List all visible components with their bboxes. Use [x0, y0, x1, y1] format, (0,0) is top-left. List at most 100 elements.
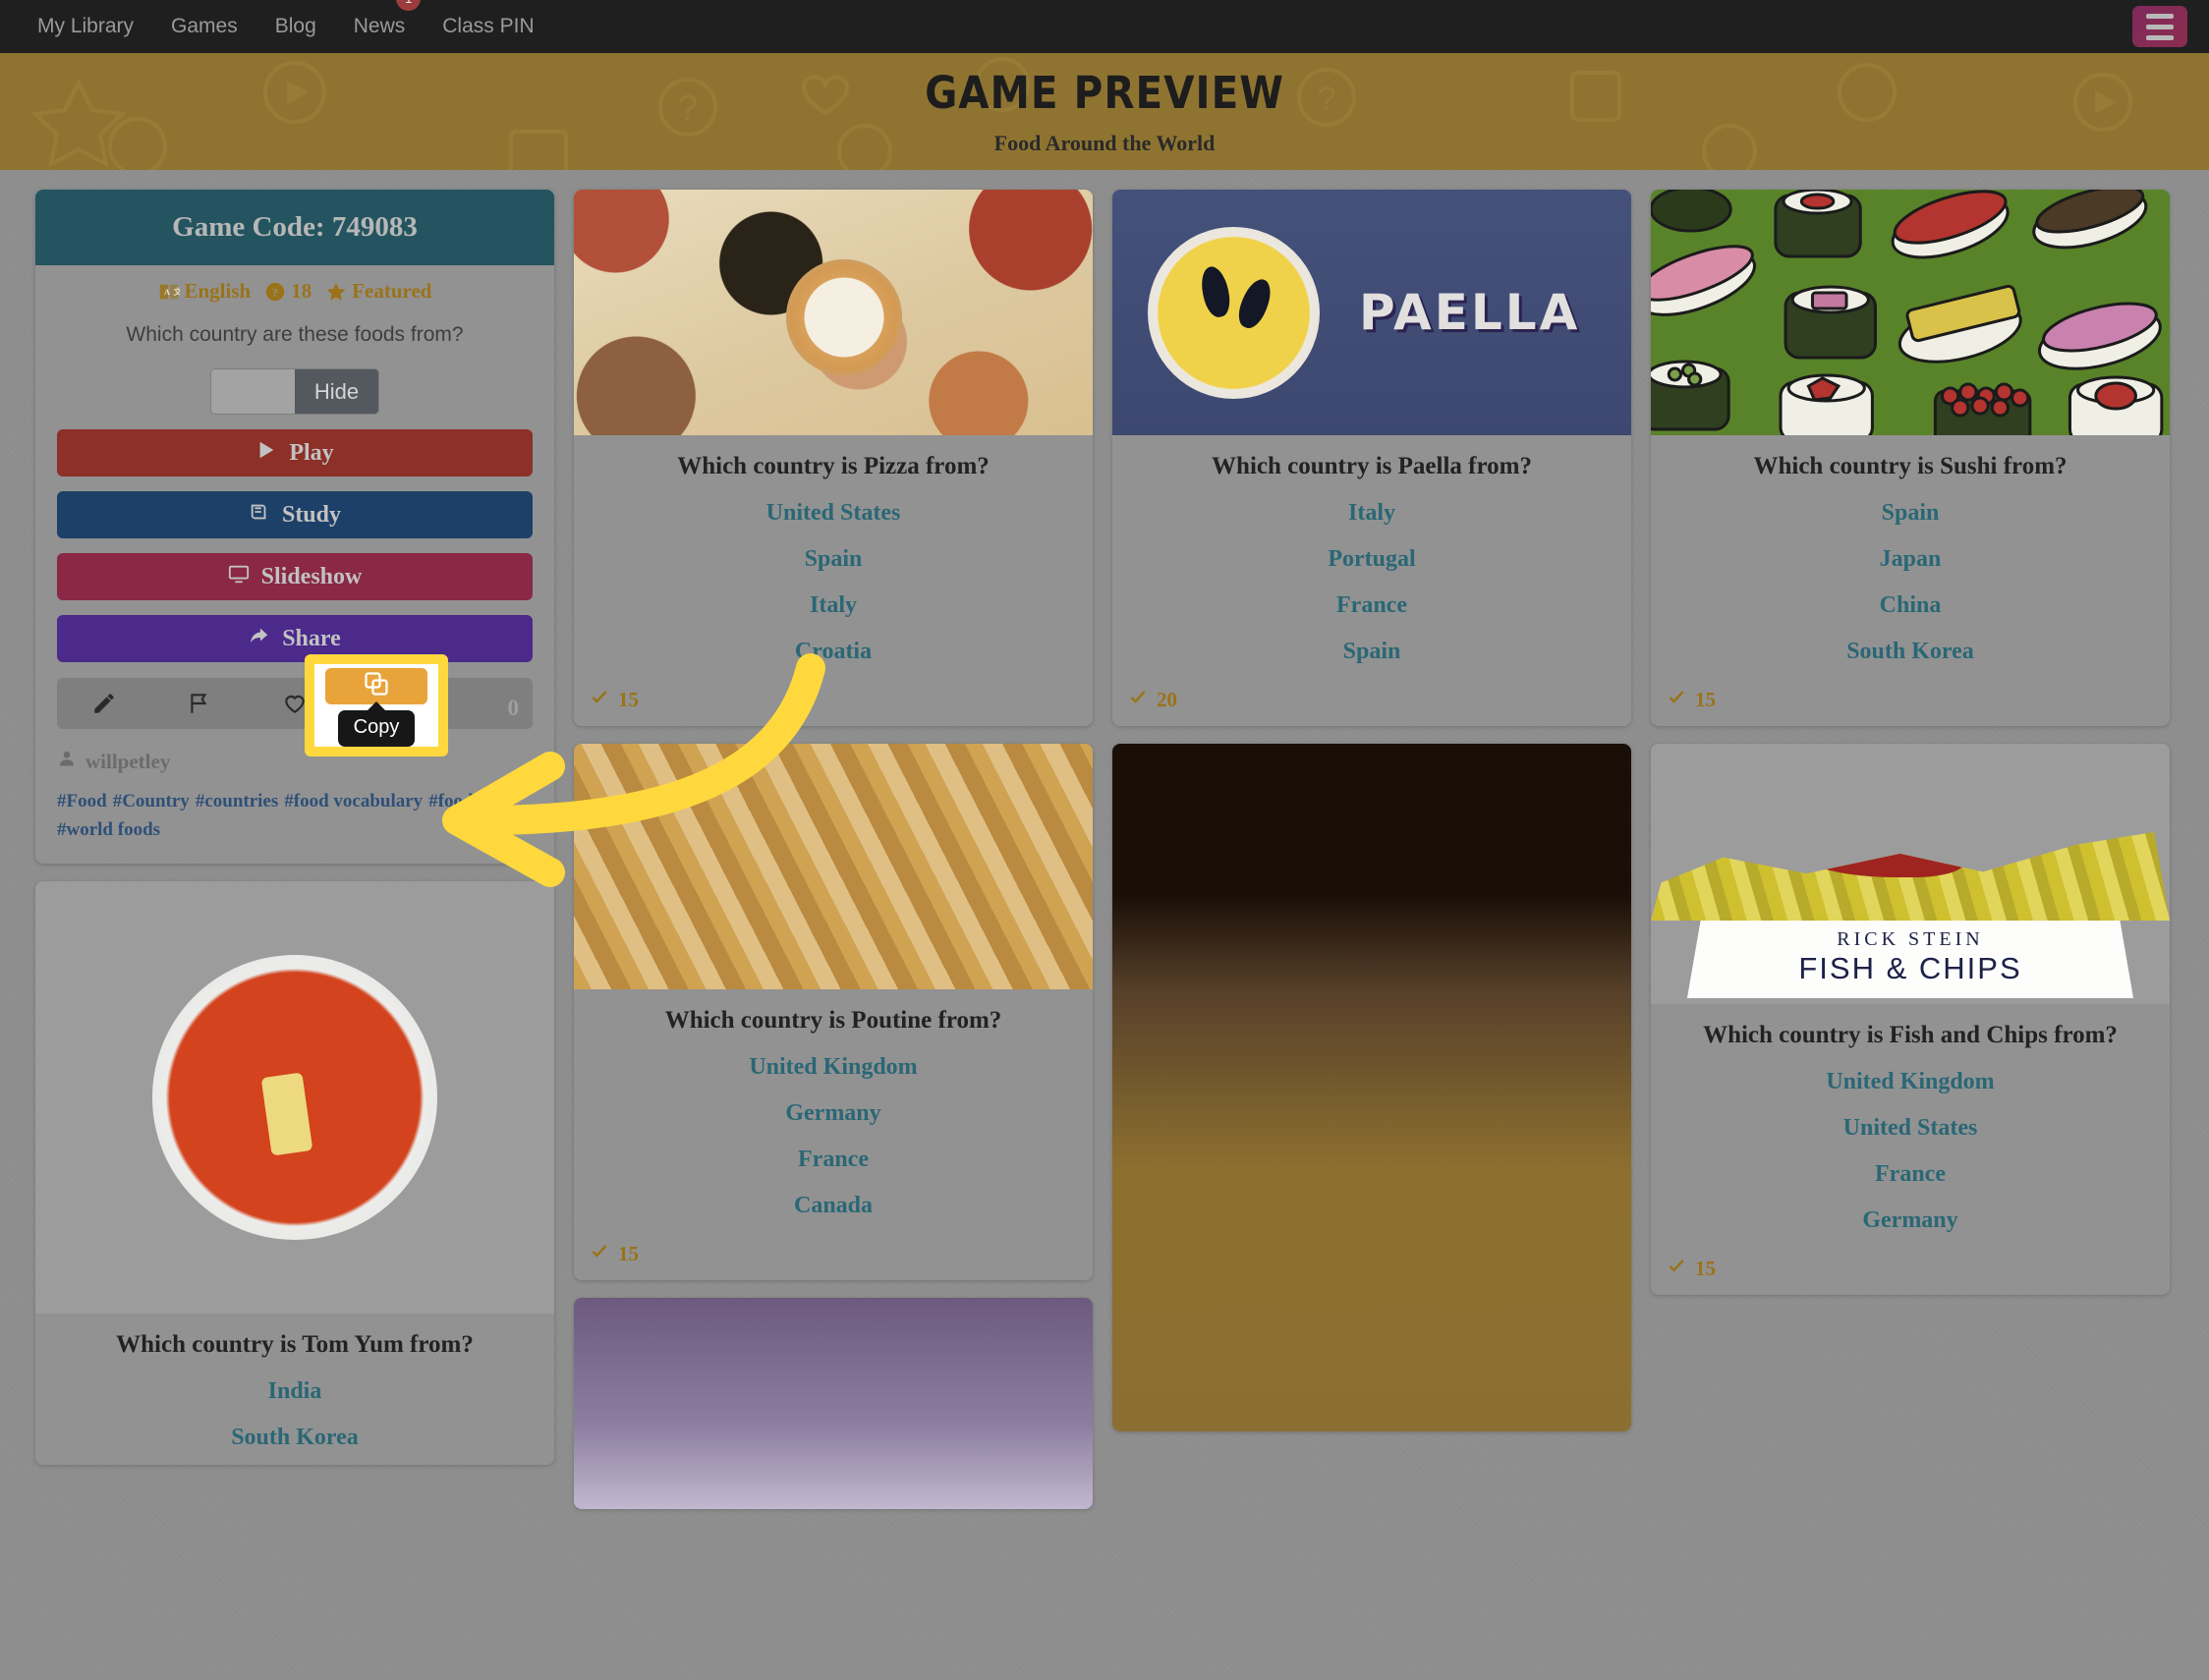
answer-option[interactable]: Portugal: [1128, 546, 1615, 573]
top-navigation-bar: My Library Games Blog News 1 Class PIN: [0, 0, 2209, 53]
svg-text:?: ?: [678, 87, 698, 128]
poutine-card-body: Which country is Poutine from? United Ki…: [574, 989, 1093, 1280]
flag-icon[interactable]: [152, 678, 248, 729]
question-card-tomyum[interactable]: Which country is Tom Yum from? India Sou…: [35, 881, 554, 1465]
answer-option[interactable]: United States: [1667, 1115, 2154, 1142]
question-text: Which country is Pizza from?: [677, 453, 990, 479]
pizza-card-body: Which country is Pizza from? United Stat…: [574, 435, 1093, 726]
answer-option[interactable]: Japan: [1667, 546, 2154, 573]
question-card-fishchips[interactable]: RICK STEIN FISH & CHIPS Which country is…: [1651, 744, 2170, 1295]
answer-option[interactable]: Spain: [1128, 639, 1615, 665]
hamburger-bar: [2146, 24, 2174, 29]
answer-option[interactable]: Italy: [590, 592, 1077, 619]
column-1: Game Code: 749083 A文 English ? 18: [35, 190, 554, 1465]
featured-meta[interactable]: Featured: [325, 279, 431, 304]
tag-list: #Food #Country #countries #food vocabulary #…: [57, 788, 533, 844]
tag-item[interactable]: #world foods: [57, 819, 160, 840]
question-card-sushi[interactable]: Which country is Sushi from? Spain Japan…: [1651, 190, 2170, 726]
copy-action-highlight: Copy: [305, 654, 448, 756]
tag-item[interactable]: #foods: [428, 791, 481, 812]
author-row[interactable]: willpetley: [57, 749, 533, 774]
answer-option[interactable]: France: [590, 1147, 1077, 1173]
hide-toggle-label: Hide: [295, 369, 378, 414]
question-text: Which country is Sushi from?: [1753, 453, 2067, 479]
tag-item[interactable]: #Country: [113, 791, 190, 812]
main-grid: Game Code: 749083 A文 English ? 18: [0, 170, 2209, 1509]
plays-footer: 15: [1667, 687, 2154, 712]
pizza-mini-shape: [785, 259, 902, 375]
tag-item[interactable]: #countries: [196, 791, 278, 812]
game-info-card: Game Code: 749083 A文 English ? 18: [35, 190, 554, 864]
poutine-photo: [574, 744, 1093, 989]
language-meta[interactable]: A文 English: [158, 279, 251, 304]
edit-icon[interactable]: [57, 678, 152, 729]
game-meta-row: A文 English ? 18 Featured: [57, 279, 533, 304]
nav-link-news[interactable]: News 1: [353, 0, 422, 53]
copy-icon: [363, 670, 390, 702]
play-button-label: Play: [289, 439, 334, 466]
nav-link-my-library[interactable]: My Library: [37, 0, 134, 53]
plays-footer: 15: [590, 687, 1077, 712]
slideshow-button[interactable]: Slideshow: [57, 553, 533, 600]
question-card-fondue[interactable]: [1112, 744, 1631, 1431]
question-card-poutine[interactable]: Which country is Poutine from? United Ki…: [574, 744, 1093, 1280]
paella-illustration: PAELLA: [1112, 190, 1631, 435]
hamburger-icon[interactable]: [2132, 6, 2187, 47]
share-button[interactable]: Share: [57, 615, 533, 662]
answer-option[interactable]: Spain: [590, 546, 1077, 573]
tag-item[interactable]: #food vocabulary: [284, 791, 423, 812]
hamburger-bar: [2146, 13, 2174, 19]
game-prompt: Which country are these foods from?: [126, 323, 464, 346]
news-badge: 1: [396, 0, 422, 11]
hide-toggle[interactable]: Hide: [210, 368, 379, 415]
play-button[interactable]: Play: [57, 429, 533, 476]
question-card-pizza[interactable]: Which country is Pizza from? United Stat…: [574, 190, 1093, 726]
answer-option[interactable]: Canada: [590, 1193, 1077, 1219]
nav-link-class-pin[interactable]: Class PIN: [442, 0, 534, 53]
answer-option[interactable]: Germany: [590, 1100, 1077, 1127]
answer-option[interactable]: South Korea: [1667, 639, 2154, 665]
answer-option[interactable]: India: [51, 1378, 538, 1405]
copy-button[interactable]: [325, 668, 427, 704]
study-button[interactable]: Study: [57, 491, 533, 538]
hide-toggle-knob: [211, 369, 295, 414]
tomyum-photo: [35, 881, 554, 1314]
answer-option[interactable]: United States: [590, 500, 1077, 527]
answer-option[interactable]: United Kingdom: [590, 1054, 1077, 1081]
nav-link-news-label: News: [353, 15, 406, 37]
user-icon: [57, 749, 77, 774]
plays-footer: 15: [590, 1241, 1077, 1266]
answer-option[interactable]: France: [1667, 1161, 2154, 1188]
share-icon: [249, 625, 270, 653]
fish-and-chips-logo: RICK STEIN FISH & CHIPS: [1651, 744, 2170, 1004]
question-count-meta[interactable]: ? 18: [264, 279, 312, 304]
copy-tooltip: Copy: [337, 710, 416, 747]
svg-text:A: A: [163, 287, 169, 296]
answer-option[interactable]: Italy: [1128, 500, 1615, 527]
study-button-label: Study: [281, 501, 342, 528]
answer-option[interactable]: South Korea: [51, 1425, 538, 1451]
answer-option[interactable]: France: [1128, 592, 1615, 619]
hero-banner: ? ? Game Preview Food Around the World: [0, 53, 2209, 170]
answer-option[interactable]: United Kingdom: [1667, 1069, 2154, 1095]
question-card-partial[interactable]: [574, 1298, 1093, 1509]
check-icon: [1667, 687, 1686, 712]
answer-option[interactable]: Croatia: [590, 639, 1077, 665]
fondue-photo: [1112, 744, 1631, 1431]
tomyum-bowl-shape: [152, 955, 437, 1240]
nav-links: My Library Games Blog News 1 Class PIN: [37, 0, 2132, 53]
nav-link-games[interactable]: Games: [171, 0, 238, 53]
nav-link-blog[interactable]: Blog: [275, 0, 316, 53]
answer-option[interactable]: Spain: [1667, 500, 2154, 527]
column-4: Which country is Sushi from? Spain Japan…: [1651, 190, 2170, 1295]
paella-card-body: Which country is Paella from? Italy Port…: [1112, 435, 1631, 726]
plays-footer: 20: [1128, 687, 1615, 712]
question-card-paella[interactable]: PAELLA Which country is Paella from? Ita…: [1112, 190, 1631, 726]
featured-label: Featured: [352, 279, 432, 303]
book-icon: [249, 501, 270, 530]
answer-option[interactable]: Germany: [1667, 1207, 2154, 1234]
game-info-body: A文 English ? 18 Featured: [35, 265, 554, 864]
answer-option[interactable]: China: [1667, 592, 2154, 619]
sushi-pattern: [1651, 190, 2170, 435]
tag-item[interactable]: #Food: [57, 791, 107, 812]
